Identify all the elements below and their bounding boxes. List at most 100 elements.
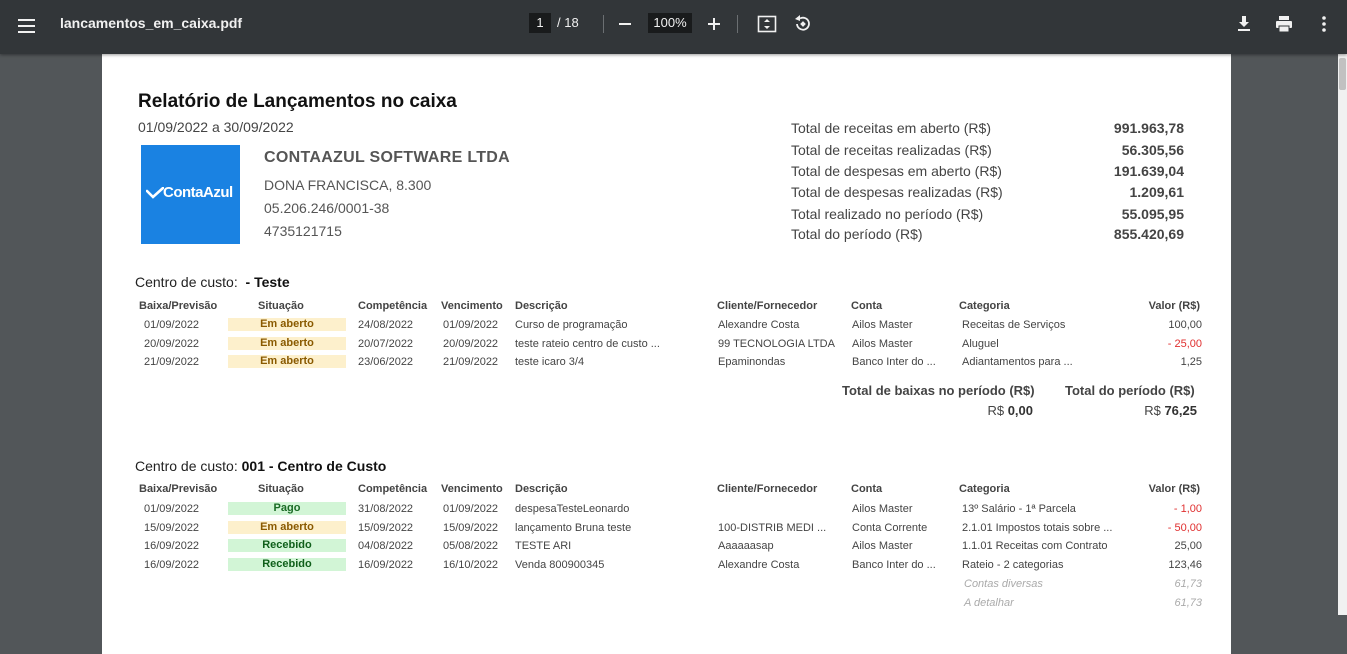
print-icon[interactable] bbox=[1272, 13, 1296, 35]
summary-periodo-label: Total do período (R$) bbox=[1065, 383, 1195, 398]
cell-vencimento: 01/09/2022 bbox=[443, 503, 499, 515]
cell-cliente: Alexandre Costa bbox=[718, 559, 800, 571]
company-logo: ContaAzul bbox=[141, 145, 240, 244]
column-header: Categoria bbox=[959, 483, 1010, 495]
page-number-input[interactable] bbox=[529, 13, 551, 33]
column-header: Vencimento bbox=[441, 483, 503, 495]
cell-conta: Ailos Master bbox=[852, 540, 913, 552]
cell-conta: Ailos Master bbox=[852, 503, 913, 515]
cell-baixa: 20/09/2022 bbox=[144, 338, 200, 350]
zoom-in-icon[interactable] bbox=[702, 13, 726, 35]
cell-baixa: 01/09/2022 bbox=[144, 319, 200, 331]
company-name: CONTAAZUL SOFTWARE LTDA bbox=[264, 149, 510, 166]
column-header: Cliente/Fornecedor bbox=[717, 300, 818, 312]
download-icon[interactable] bbox=[1232, 13, 1256, 35]
status-badge: Em aberto bbox=[228, 355, 346, 368]
cell-valor: 25,00 bbox=[1174, 540, 1202, 552]
status-badge: Em aberto bbox=[228, 337, 346, 350]
cell-vencimento: 15/09/2022 bbox=[443, 522, 499, 534]
cell-valor: 100,00 bbox=[1168, 319, 1202, 331]
cell-categoria: 2.1.01 Impostos totais sobre ... bbox=[962, 522, 1113, 534]
total-value: 55.095,95 bbox=[1121, 206, 1184, 222]
total-label: Total de despesas realizadas (R$) bbox=[791, 184, 1003, 200]
cell-valor: 123,46 bbox=[1168, 559, 1202, 571]
cell-conta: Conta Corrente bbox=[852, 522, 928, 534]
cell-categoria: Adiantamentos para ... bbox=[962, 356, 1073, 368]
total-value: 1.209,61 bbox=[1129, 184, 1185, 200]
fit-page-icon[interactable] bbox=[755, 13, 779, 35]
cost-center-label: Centro de custo: bbox=[135, 274, 238, 290]
summary-baixas-amount: 0,00 bbox=[1007, 403, 1033, 418]
document-title: lancamentos_em_caixa.pdf bbox=[60, 15, 243, 31]
vertical-scrollbar[interactable] bbox=[1338, 54, 1347, 615]
column-header: Situação bbox=[258, 300, 304, 312]
cell-descricao: lançamento Bruna teste bbox=[515, 522, 632, 534]
rotate-icon[interactable] bbox=[791, 13, 815, 35]
currency-symbol: R$ bbox=[1144, 403, 1161, 418]
total-label: Total do período (R$) bbox=[791, 226, 923, 242]
column-header: Conta bbox=[851, 300, 883, 312]
menu-icon[interactable] bbox=[16, 15, 38, 37]
summary-baixas-value: R$ 0,00 bbox=[987, 403, 1033, 418]
cell-descricao: teste rateio centro de custo ... bbox=[515, 338, 660, 350]
status-badge: Recebido bbox=[228, 539, 346, 552]
zoom-level[interactable]: 100% bbox=[648, 13, 692, 33]
cost-center-title: Centro de custo: 001 - Centro de Custo bbox=[135, 458, 386, 474]
cell-competencia: 23/06/2022 bbox=[358, 356, 414, 368]
cell-baixa: 01/09/2022 bbox=[144, 503, 200, 515]
company-cnpj: 05.206.246/0001-38 bbox=[264, 200, 390, 216]
page-total: / 18 bbox=[557, 15, 579, 30]
cost-center-name: 001 - Centro de Custo bbox=[241, 458, 387, 474]
cell-cliente: 99 TECNOLOGIA LTDA bbox=[718, 338, 835, 350]
cell-categoria: 1.1.01 Receitas com Contrato bbox=[962, 540, 1108, 552]
cell-vencimento: 20/09/2022 bbox=[443, 338, 499, 350]
total-label: Total realizado no período (R$) bbox=[791, 206, 984, 222]
cost-center-label: Centro de custo: bbox=[135, 458, 238, 474]
column-header: Baixa/Previsão bbox=[139, 300, 218, 312]
total-label: Total de despesas em aberto (R$) bbox=[791, 163, 1002, 179]
toolbar-divider bbox=[737, 15, 738, 33]
column-header: Cliente/Fornecedor bbox=[717, 483, 818, 495]
subrow-categoria: Contas diversas bbox=[964, 578, 1043, 590]
subrow-categoria: A detalhar bbox=[964, 597, 1014, 609]
column-header: Conta bbox=[851, 483, 883, 495]
toolbar-divider bbox=[603, 15, 604, 33]
status-badge: Recebido bbox=[228, 558, 346, 571]
company-address: DONA FRANCISCA, 8.300 bbox=[264, 177, 432, 193]
company-phone: 4735121715 bbox=[264, 223, 342, 239]
cell-categoria: 13º Salário - 1ª Parcela bbox=[962, 503, 1076, 515]
column-header: Vencimento bbox=[441, 300, 503, 312]
scrollbar-thumb[interactable] bbox=[1339, 58, 1346, 90]
cell-valor: 1,25 bbox=[1180, 356, 1202, 368]
cell-conta: Ailos Master bbox=[852, 338, 913, 350]
more-vert-icon[interactable] bbox=[1312, 13, 1336, 35]
cell-descricao: Venda 800900345 bbox=[515, 559, 605, 571]
cell-conta: Banco Inter do ... bbox=[852, 559, 936, 571]
column-header: Competência bbox=[358, 483, 428, 495]
column-header: Descrição bbox=[515, 300, 568, 312]
cost-center-name: - Teste bbox=[245, 274, 290, 290]
currency-symbol: R$ bbox=[987, 403, 1005, 418]
cell-competencia: 15/09/2022 bbox=[358, 522, 414, 534]
cell-competencia: 04/08/2022 bbox=[358, 540, 414, 552]
cell-vencimento: 05/08/2022 bbox=[443, 540, 499, 552]
cell-descricao: Curso de programação bbox=[515, 319, 628, 331]
cell-valor: - 25,00 bbox=[1167, 338, 1202, 350]
cell-vencimento: 16/10/2022 bbox=[443, 559, 499, 571]
total-label: Total de receitas em aberto (R$) bbox=[791, 120, 991, 136]
cell-competencia: 20/07/2022 bbox=[358, 338, 414, 350]
pdf-toolbar: lancamentos_em_caixa.pdf / 18 100% bbox=[0, 0, 1347, 54]
cell-cliente: 100-DISTRIB MEDI ... bbox=[718, 522, 827, 534]
column-header: Competência bbox=[358, 300, 428, 312]
total-value: 991.963,78 bbox=[1113, 120, 1184, 136]
cell-vencimento: 01/09/2022 bbox=[443, 319, 499, 331]
logo-text: ContaAzul bbox=[163, 184, 233, 201]
cell-valor: - 50,00 bbox=[1167, 522, 1202, 534]
subrow-valor: 61,73 bbox=[1174, 578, 1202, 590]
cell-conta: Ailos Master bbox=[852, 319, 913, 331]
zoom-out-icon[interactable] bbox=[613, 13, 637, 35]
cell-cliente: Aaaaaasap bbox=[718, 540, 774, 552]
cell-baixa: 15/09/2022 bbox=[144, 522, 200, 534]
total-value: 191.639,04 bbox=[1113, 163, 1184, 179]
cell-competencia: 31/08/2022 bbox=[358, 503, 414, 515]
